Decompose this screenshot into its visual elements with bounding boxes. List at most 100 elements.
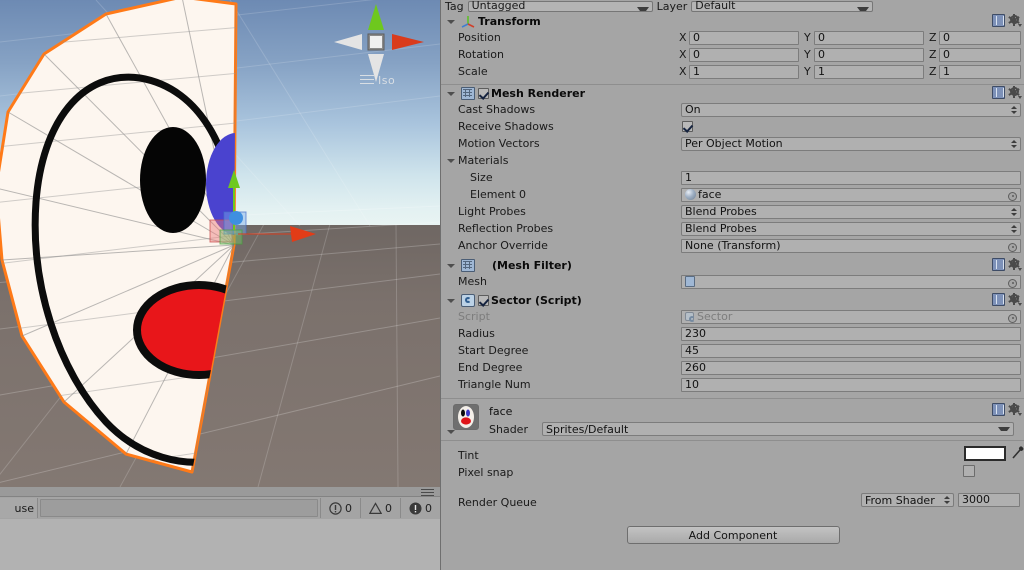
motion-vectors-dropdown[interactable]: Per Object Motion (681, 136, 1021, 151)
move-gizmo[interactable] (198, 168, 338, 298)
foldout-arrow-icon[interactable] (447, 88, 458, 99)
light-probes-dropdown[interactable]: Blend Probes (681, 204, 1021, 219)
gear-icon[interactable] (1008, 402, 1022, 416)
help-icon[interactable] (992, 293, 1005, 306)
materials-size-row: Size 1 (441, 169, 1024, 186)
scale-x-input[interactable]: 1 (689, 64, 799, 79)
materials-element0-row: Element 0 face (441, 186, 1024, 203)
reflection-probes-dropdown[interactable]: Blend Probes (681, 221, 1021, 236)
pixel-snap-checkbox[interactable] (963, 465, 975, 477)
position-y-input[interactable]: 0 (814, 30, 924, 45)
sector-script-header[interactable]: Sector (Script) (441, 292, 1024, 308)
render-queue-input[interactable]: 3000 (958, 493, 1020, 507)
material-foldout-icon[interactable] (447, 426, 458, 437)
materials-foldout-icon[interactable] (447, 155, 458, 166)
start-degree-label: Start Degree (458, 344, 529, 357)
mesh-thumbnail-icon (685, 276, 695, 287)
tag-dropdown[interactable]: Untagged (467, 0, 653, 12)
mesh-renderer-title: Mesh Renderer (491, 86, 586, 100)
materials-size-input[interactable]: 1 (681, 170, 1021, 185)
mesh-filter-title: (Mesh Filter) (492, 258, 572, 272)
gizmo-y-axis (368, 4, 384, 30)
eyedropper-icon[interactable] (1011, 446, 1024, 460)
help-icon[interactable] (992, 86, 1005, 99)
cast-shadows-label: Cast Shadows (458, 103, 536, 116)
rotation-z-input[interactable]: 0 (939, 47, 1021, 62)
receive-shadows-label: Receive Shadows (458, 120, 554, 133)
foldout-arrow-icon[interactable] (447, 16, 458, 27)
receive-shadows-checkbox[interactable] (682, 121, 693, 132)
warning-counter[interactable]: 0 (360, 498, 400, 518)
tint-color-swatch[interactable] (964, 446, 1006, 461)
add-component-button[interactable]: Add Component (626, 526, 840, 544)
receive-shadows-row: Receive Shadows (441, 118, 1024, 135)
layer-dropdown[interactable]: Default (691, 0, 874, 12)
gear-icon[interactable] (1008, 257, 1022, 271)
script-file-icon (685, 312, 695, 322)
rotation-y-input[interactable]: 0 (814, 47, 924, 62)
end-degree-label: End Degree (458, 361, 523, 374)
position-z-input[interactable]: 0 (939, 30, 1021, 45)
layer-label: Layer (656, 0, 688, 12)
object-picker-icon[interactable] (1008, 278, 1017, 288)
reflection-probes-row: Reflection Probes Blend Probes (441, 220, 1024, 237)
mesh-row: Mesh (441, 273, 1024, 290)
script-object-field: Sector (681, 309, 1021, 324)
help-icon[interactable] (992, 14, 1005, 27)
console-log-list[interactable] (0, 519, 440, 570)
transform-header[interactable]: Transform (441, 13, 1024, 29)
render-queue-dropdown[interactable]: From Shader (861, 493, 954, 507)
mesh-label: Mesh (458, 275, 487, 288)
script-row: Script Sector (441, 308, 1024, 325)
radius-input[interactable]: 230 (681, 326, 1021, 341)
material-inspector: face Shader Sprites/Default Tint Pixel s… (441, 400, 1024, 521)
updown-arrows-icon (1011, 207, 1017, 217)
element0-object-field[interactable]: face (681, 187, 1021, 202)
position-label: Position (458, 31, 501, 44)
help-icon[interactable] (992, 258, 1005, 271)
info-counter[interactable]: 0 (400, 498, 440, 518)
position-x-input[interactable]: 0 (689, 30, 799, 45)
updown-arrows-icon (1011, 224, 1017, 234)
mesh-renderer-header[interactable]: Mesh Renderer (441, 85, 1024, 101)
anchor-override-object-field[interactable]: None (Transform) (681, 238, 1021, 253)
scale-z-input[interactable]: 1 (939, 64, 1021, 79)
script-label: Script (458, 310, 490, 323)
end-degree-input[interactable]: 260 (681, 360, 1021, 375)
gear-icon[interactable] (1008, 292, 1022, 306)
gear-icon[interactable] (1008, 13, 1022, 27)
error-counter[interactable]: 0 (320, 498, 360, 518)
cast-shadows-dropdown[interactable]: On (681, 102, 1021, 117)
object-picker-icon[interactable] (1008, 191, 1017, 201)
gizmo-menu-icon[interactable] (360, 75, 374, 85)
scene-orientation-gizmo[interactable]: Iso (332, 4, 428, 96)
updown-arrows-icon (944, 495, 950, 505)
mesh-renderer-enabled-checkbox[interactable] (478, 87, 489, 99)
triangle-num-input[interactable]: 10 (681, 377, 1021, 392)
sector-script-enabled-checkbox[interactable] (478, 294, 489, 306)
shader-dropdown[interactable]: Sprites/Default (542, 422, 1014, 436)
console-options-icon[interactable] (415, 487, 437, 496)
mesh-filter-header[interactable]: (Mesh Filter) (441, 257, 1024, 273)
warning-count: 0 (385, 501, 392, 515)
start-degree-input[interactable]: 45 (681, 343, 1021, 358)
mesh-object-field[interactable] (681, 274, 1021, 289)
transform-title: Transform (478, 14, 541, 28)
updown-arrows-icon (1011, 139, 1017, 149)
help-icon[interactable] (992, 403, 1005, 416)
scene-view[interactable]: Iso (0, 0, 440, 487)
rotation-x-input[interactable]: 0 (689, 47, 799, 62)
pause-button[interactable]: use (0, 498, 38, 518)
gizmo-projection-label[interactable]: Iso (378, 74, 395, 87)
scale-y-input[interactable]: 1 (814, 64, 924, 79)
materials-size-label: Size (470, 171, 493, 184)
foldout-arrow-icon[interactable] (447, 295, 458, 306)
gizmo-x-axis (392, 34, 424, 50)
triangle-num-row: Triangle Num 10 (441, 376, 1024, 393)
gear-icon[interactable] (1008, 85, 1022, 99)
console-status-bar: use 0 0 0 (0, 496, 440, 520)
light-probes-label: Light Probes (458, 205, 526, 218)
object-picker-icon[interactable] (1008, 242, 1017, 252)
foldout-arrow-icon[interactable] (447, 260, 458, 271)
materials-row[interactable]: Materials (441, 152, 1024, 169)
